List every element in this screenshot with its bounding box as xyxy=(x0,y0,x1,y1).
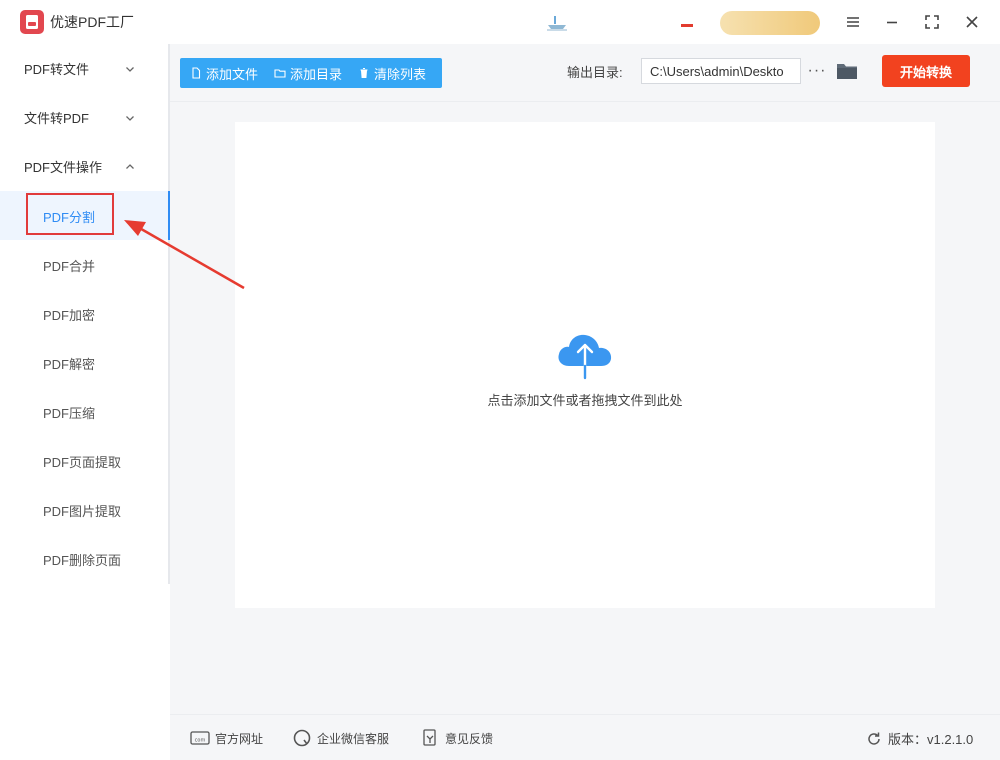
sidebar-item-label: PDF图片提取 xyxy=(43,504,122,519)
version-label: 版本：v1.2.1.0 xyxy=(888,732,974,747)
sidebar-item-label: PDF加密 xyxy=(43,308,96,323)
sidebar-item-label: PDF删除页面 xyxy=(43,553,122,568)
trash-icon xyxy=(360,67,368,79)
sidebar-item-label: PDF压缩 xyxy=(43,406,96,421)
clear-list-button[interactable]: 清除列表 xyxy=(358,58,426,88)
folder-outline-icon xyxy=(274,69,286,78)
website-icon: com xyxy=(190,731,210,745)
close-icon[interactable] xyxy=(960,10,984,34)
start-convert-button[interactable]: 开始转换 xyxy=(882,55,970,87)
cloud-upload-icon xyxy=(558,334,612,380)
app-title: 优速PDF工厂 xyxy=(50,14,134,30)
nav-group-label: 文件转PDF xyxy=(24,111,90,126)
maximize-icon[interactable] xyxy=(920,10,944,34)
menu-icon[interactable] xyxy=(841,10,865,34)
clear-list-label: 清除列表 xyxy=(374,66,427,82)
website-label: 官方网址 xyxy=(215,731,264,746)
add-file-button[interactable]: 添加文件 xyxy=(190,58,258,88)
sidebar-item-pdf-image-extract[interactable]: PDF图片提取 xyxy=(0,485,168,534)
sidebar-item-label: PDF合并 xyxy=(43,259,96,274)
wechat-support-label: 企业微信客服 xyxy=(317,731,390,746)
nav-group-pdf-operations[interactable]: PDF文件操作 xyxy=(0,142,168,191)
annotation-arrow xyxy=(124,220,245,290)
more-options-button[interactable]: ··· xyxy=(807,58,827,84)
sidebar: PDF转文件 文件转PDF PDF文件操作 PDF分割 PDF合并 PDF加密 … xyxy=(0,44,170,584)
svg-text:com: com xyxy=(195,738,206,744)
refresh-icon xyxy=(868,732,880,745)
add-folder-button[interactable]: 添加目录 xyxy=(274,58,342,88)
wechat-icon xyxy=(293,729,311,747)
nav-group-pdf-to-file[interactable]: PDF转文件 xyxy=(0,44,168,93)
nav-group-file-to-pdf[interactable]: 文件转PDF xyxy=(0,93,168,142)
file-icon xyxy=(192,67,201,79)
feedback-link[interactable]: 意见反馈 xyxy=(420,729,493,747)
nav-group-label: PDF转文件 xyxy=(24,62,90,77)
highlight-box xyxy=(26,193,114,235)
red-envelope-icon[interactable] xyxy=(678,12,696,32)
action-bar: 添加文件 添加目录 清除列表 xyxy=(180,58,442,88)
sidebar-item-pdf-decrypt[interactable]: PDF解密 xyxy=(0,338,168,387)
sidebar-item-label: PDF页面提取 xyxy=(43,455,122,470)
footer: com 官方网址 企业微信客服 意见反馈 版本：v1.2.1.0 xyxy=(170,714,1000,760)
add-file-label: 添加文件 xyxy=(206,66,259,82)
feedback-icon xyxy=(423,729,436,746)
nav-group-label: PDF文件操作 xyxy=(24,160,103,175)
website-link[interactable]: com 官方网址 xyxy=(190,729,263,747)
version-info[interactable]: 版本：v1.2.1.0 xyxy=(866,729,973,748)
wechat-support-link[interactable]: 企业微信客服 xyxy=(292,729,389,747)
folder-icon[interactable] xyxy=(836,61,858,81)
drop-zone-text: 点击添加文件或者拖拽文件到此处 xyxy=(487,393,683,408)
chevron-down-icon xyxy=(126,66,134,72)
output-dir-label: 输出目录: xyxy=(567,65,623,80)
output-dir-field[interactable]: C:\Users\admin\Deskto xyxy=(641,58,801,84)
promo-banner[interactable] xyxy=(720,11,820,35)
sidebar-item-label: PDF解密 xyxy=(43,357,96,372)
title-bar: 优速PDF工厂 xyxy=(0,0,1000,44)
sidebar-item-pdf-delete-page[interactable]: PDF删除页面 xyxy=(0,534,168,583)
feedback-label: 意见反馈 xyxy=(445,731,494,746)
app-logo-icon xyxy=(20,10,44,34)
chevron-up-icon xyxy=(126,163,134,169)
main-panel: 添加文件 添加目录 清除列表 输出目录: C:\Users\admin\Desk… xyxy=(170,44,1000,714)
add-folder-label: 添加目录 xyxy=(290,66,343,82)
file-drop-zone[interactable]: 点击添加文件或者拖拽文件到此处 xyxy=(235,122,935,608)
toolbar: 添加文件 添加目录 清除列表 输出目录: C:\Users\admin\Desk… xyxy=(170,44,1000,102)
chevron-down-icon xyxy=(126,115,134,121)
sidebar-item-pdf-compress[interactable]: PDF压缩 xyxy=(0,387,168,436)
sidebar-item-pdf-encrypt[interactable]: PDF加密 xyxy=(0,289,168,338)
minimize-icon[interactable] xyxy=(880,10,904,34)
ship-icon[interactable] xyxy=(545,14,569,32)
sidebar-item-pdf-page-extract[interactable]: PDF页面提取 xyxy=(0,436,168,485)
